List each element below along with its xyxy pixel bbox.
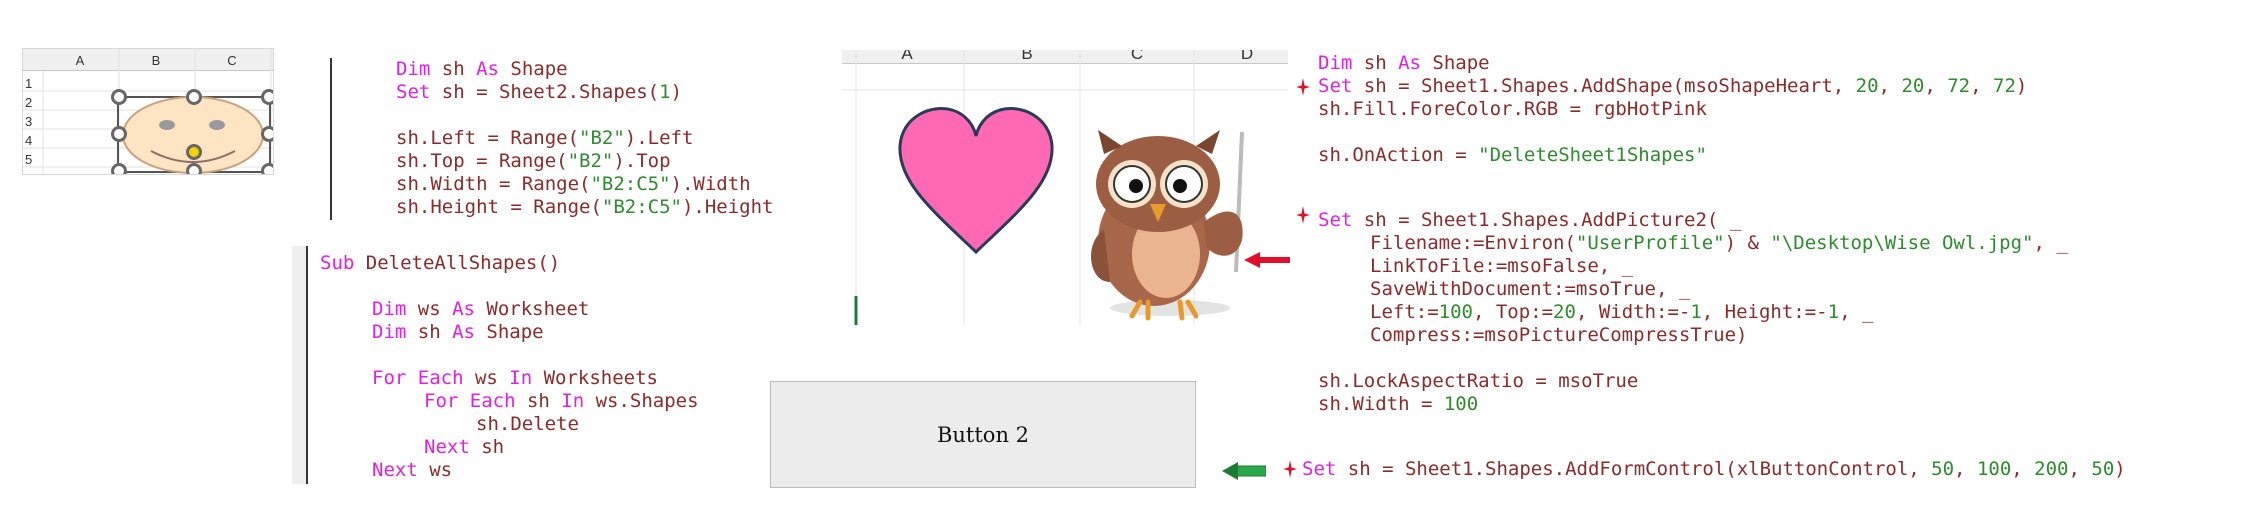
green-arrow-icon xyxy=(1222,462,1266,480)
red-arrow-icon xyxy=(1244,252,1290,268)
code-line: sh.LockAspectRatio = msoTrue xyxy=(1318,370,1639,392)
code-line: Compress:=msoPictureCompressTrue) xyxy=(1370,324,1748,346)
heart-shape[interactable] xyxy=(894,102,1058,266)
excel-thumbnail-heart-owl: A B C D xyxy=(842,50,1288,325)
resize-handle-top-middle[interactable] xyxy=(186,89,202,105)
owl-picture[interactable] xyxy=(1070,112,1282,324)
red-star-marker-icon xyxy=(1296,206,1310,224)
resize-handle-middle-right[interactable] xyxy=(261,126,273,142)
code-line: sh.Left = Range("B2").Left xyxy=(396,127,694,149)
code-line: sh.Width = Range("B2:C5").Width xyxy=(396,173,751,195)
code-line: sh.Fill.ForeColor.RGB = rgbHotPink xyxy=(1318,98,1707,120)
resize-handle-bottom-left[interactable] xyxy=(111,163,127,174)
resize-handle-top-right[interactable] xyxy=(261,89,273,105)
code-line: Set sh = Sheet1.Shapes.AddFormControl(xl… xyxy=(1302,458,2126,480)
resize-handle-middle-left[interactable] xyxy=(111,126,127,142)
red-star-marker-icon xyxy=(1283,460,1297,478)
code-line: sh.OnAction = "DeleteSheet1Shapes" xyxy=(1318,144,1707,166)
resize-handle-top-left[interactable] xyxy=(111,89,127,105)
code-block-position-shape: Dim sh As Shape Set sh = Sheet2.Shapes(1… xyxy=(396,58,826,228)
code-line: Next ws xyxy=(372,459,453,481)
code-line: Set sh = Sheet2.Shapes(1) xyxy=(396,81,683,103)
code-line: Dim sh As Shape xyxy=(372,321,544,343)
code-margin-bar-2 xyxy=(306,246,308,484)
code-line: Set sh = Sheet1.Shapes.AddPicture2( _ xyxy=(1318,209,1742,231)
code-line: Left:=100, Top:=20, Width:=-1, Height:=-… xyxy=(1370,301,1874,323)
code-line: Dim sh As Shape xyxy=(396,58,568,80)
code-line: For Each ws In Worksheets xyxy=(372,367,659,389)
code-margin-bar-1 xyxy=(330,58,332,220)
code-line: Dim ws As Worksheet xyxy=(372,298,590,320)
code-block-add-shapes: Dim sh As Shape Set sh = Sheet1.Shapes.A… xyxy=(1302,52,2248,492)
code-block-delete-all-shapes: Sub DeleteAllShapes() Dim ws As Workshee… xyxy=(320,252,740,484)
code-line: LinkToFile:=msoFalse, _ xyxy=(1370,255,1634,277)
adjust-handle-yellow[interactable] xyxy=(186,144,202,160)
code-line: SaveWithDocument:=msoTrue, _ xyxy=(1370,278,1691,300)
code-line: sh.Height = Range("B2:C5").Height xyxy=(396,196,774,218)
excel-thumbnail-smiley: A B C 1 2 3 4 5 xyxy=(22,48,274,175)
resize-handle-bottom-right[interactable] xyxy=(261,163,273,174)
resize-handle-bottom-middle[interactable] xyxy=(186,163,202,174)
code-line: Filename:=Environ("UserProfile") & "\Des… xyxy=(1370,232,2068,254)
code-margin-gray-2 xyxy=(292,246,306,484)
code-line: Next sh xyxy=(424,436,505,458)
code-line: sh.Top = Range("B2").Top xyxy=(396,150,671,172)
code-line: For Each sh In ws.Shapes xyxy=(424,390,699,412)
form-button-2[interactable]: Button 2 xyxy=(770,381,1196,488)
code-line: Set sh = Sheet1.Shapes.AddShape(msoShape… xyxy=(1318,75,2028,97)
code-line: sh.Width = 100 xyxy=(1318,393,1479,415)
red-star-marker-icon xyxy=(1296,78,1310,96)
code-line: sh.Delete xyxy=(476,413,579,435)
code-line: Sub DeleteAllShapes() xyxy=(320,252,561,274)
code-line: Dim sh As Shape xyxy=(1318,52,1490,74)
